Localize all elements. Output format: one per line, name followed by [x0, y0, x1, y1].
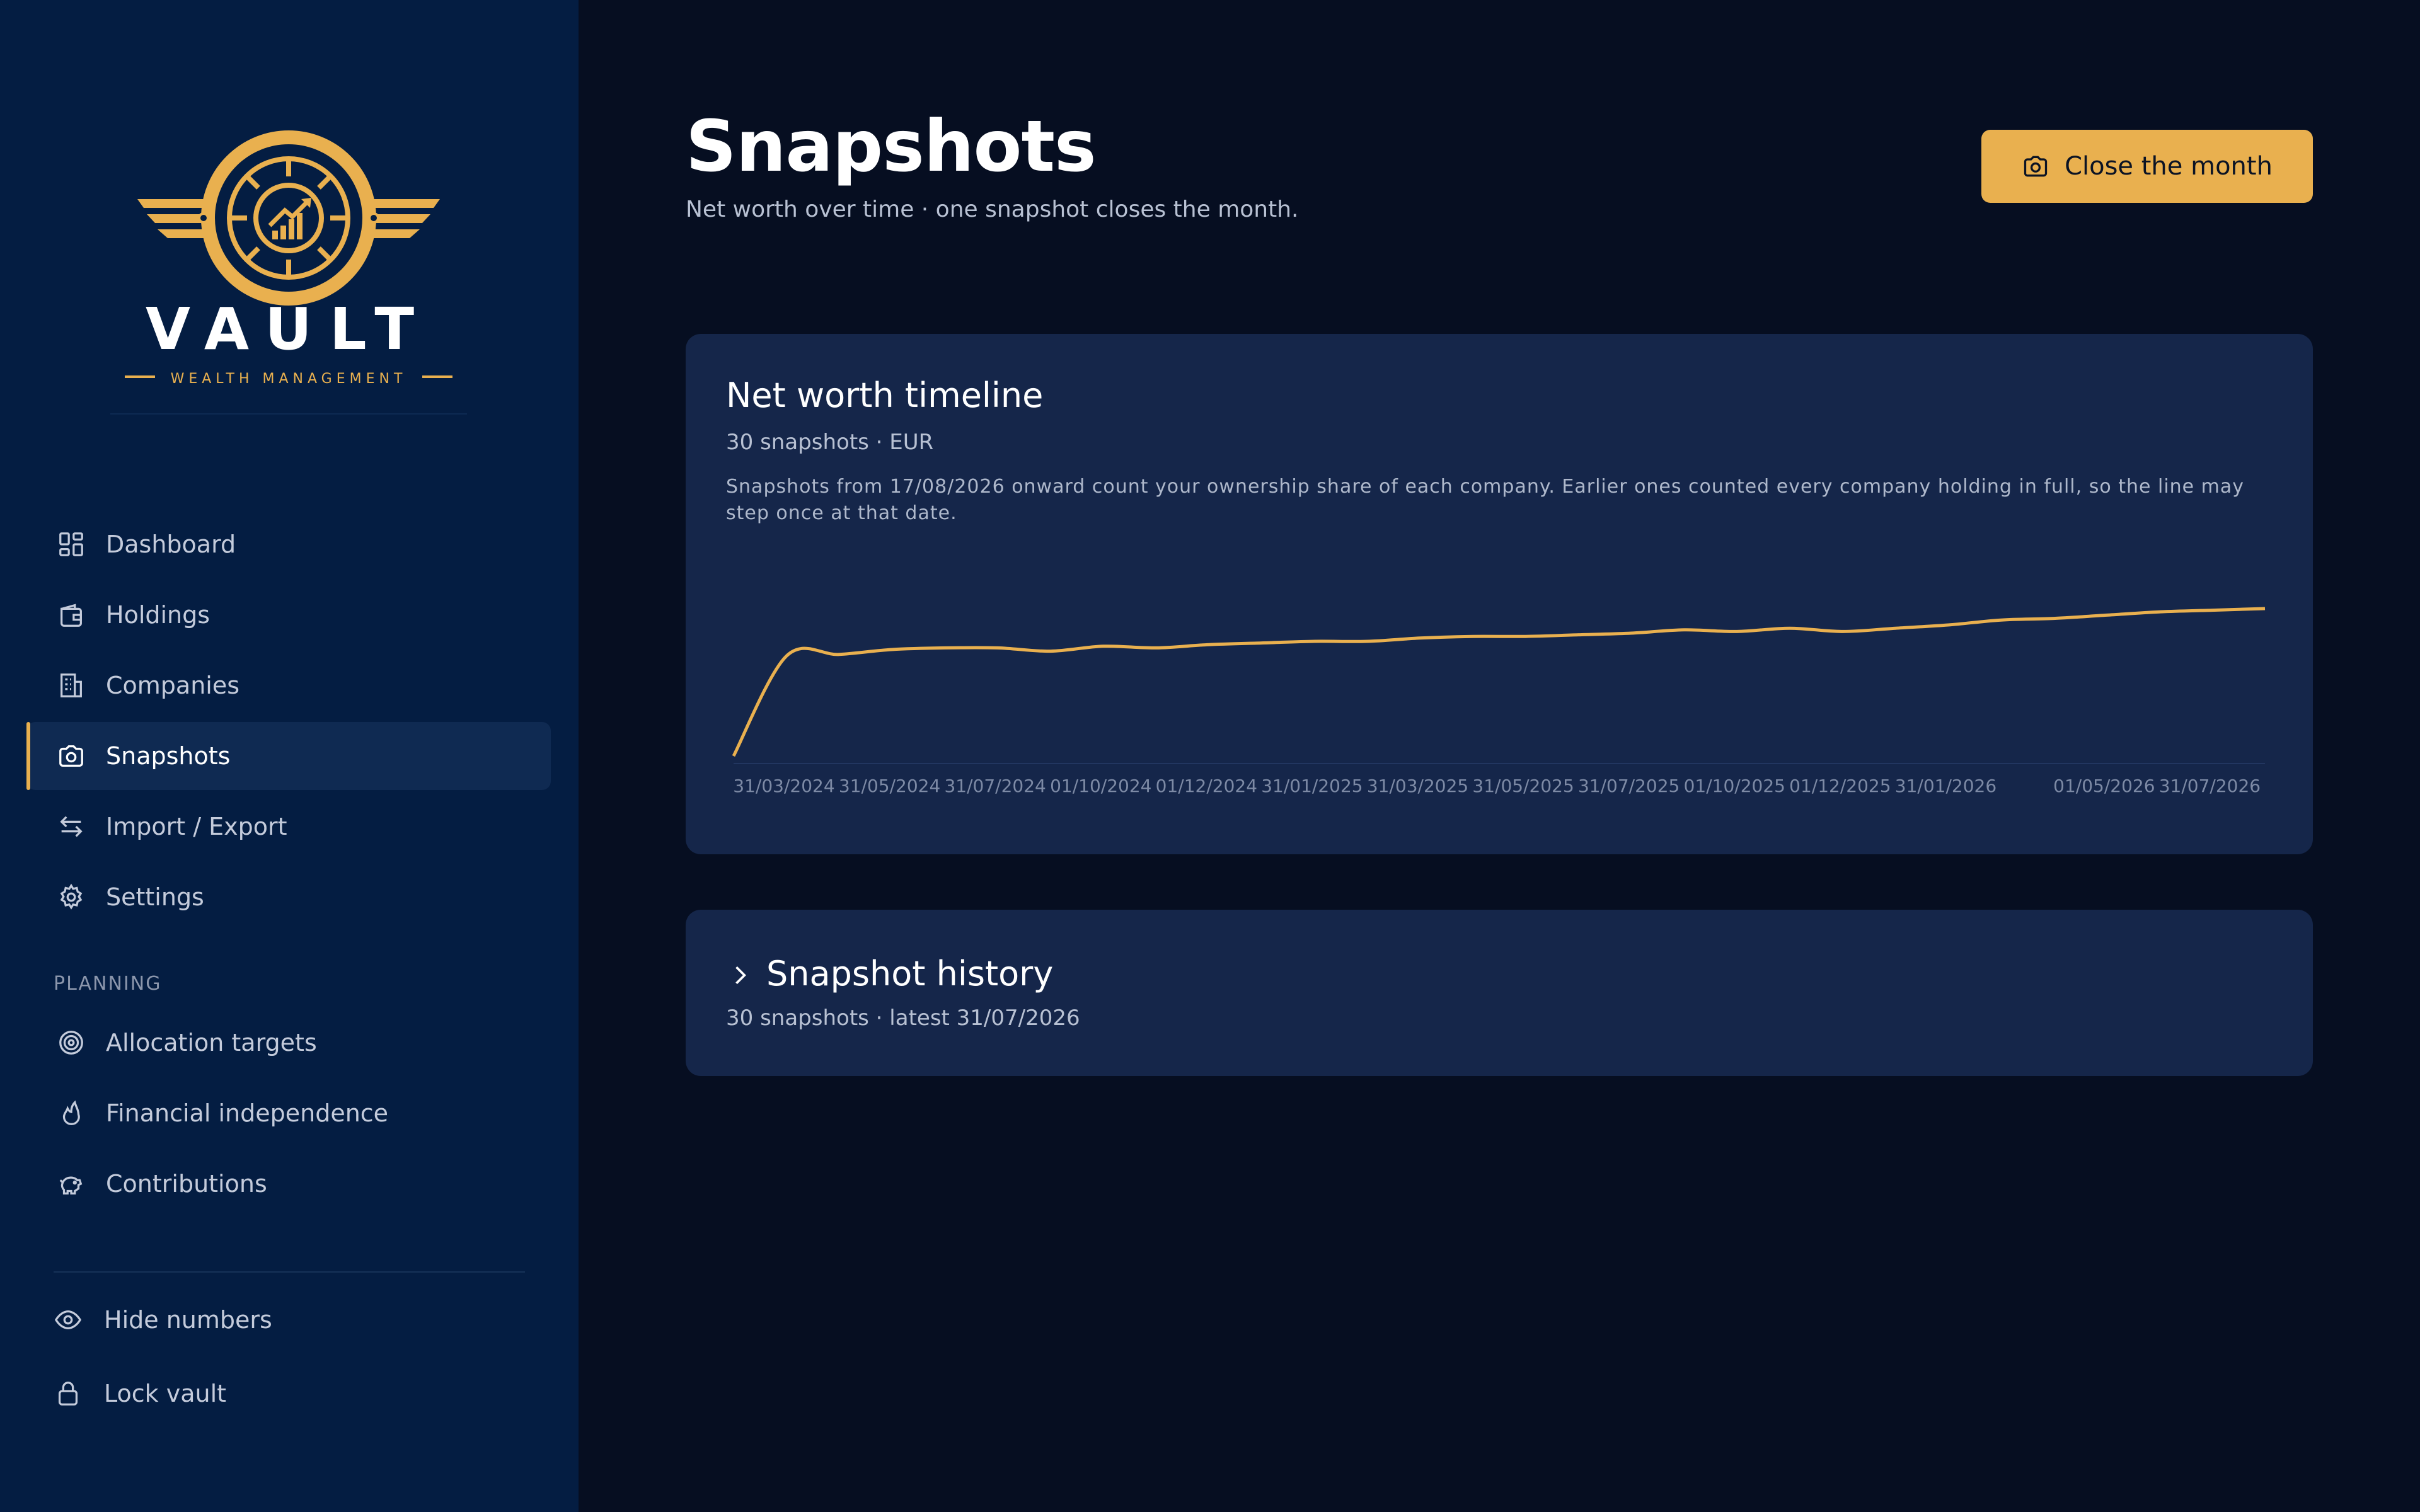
- planning-section-label: PLANNING: [54, 973, 162, 995]
- sidebar-item-snapshots[interactable]: Snapshots: [26, 722, 551, 790]
- x-tick-label: 31/05/2025: [1472, 776, 1574, 796]
- x-tick-label: 01/12/2025: [1789, 776, 1891, 796]
- lock-vault-button[interactable]: Lock vault: [54, 1372, 226, 1416]
- history-title: Snapshot history: [766, 954, 1054, 994]
- history-meta: 30 snapshots · latest 31/07/2026: [726, 1005, 1080, 1031]
- x-tick-label: 01/10/2024: [1050, 776, 1151, 796]
- net-worth-line: [732, 607, 2266, 757]
- piggy-bank-icon: [57, 1169, 86, 1198]
- sidebar-item-label: Snapshots: [106, 742, 231, 770]
- x-tick-label: 31/03/2024: [733, 776, 834, 796]
- x-tick-label: 31/05/2024: [839, 776, 940, 796]
- flame-icon: [57, 1099, 86, 1128]
- x-tick-label: 01/12/2024: [1156, 776, 1257, 796]
- camera-icon: [2022, 152, 2049, 180]
- building-icon: [57, 671, 86, 700]
- sidebar-item-holdings[interactable]: Holdings: [26, 581, 551, 649]
- sidebar-item-label: Settings: [106, 883, 204, 911]
- hide-numbers-label: Hide numbers: [104, 1306, 272, 1334]
- sidebar-divider: [54, 1271, 525, 1273]
- sidebar-item-label: Contributions: [106, 1170, 267, 1198]
- chevron-right-icon[interactable]: [726, 961, 754, 989]
- sidebar-item-label: Financial independence: [106, 1099, 389, 1127]
- sidebar-item-import-export[interactable]: Import / Export: [26, 793, 551, 861]
- x-tick-label: 31/07/2025: [1578, 776, 1680, 796]
- sidebar-item-label: Holdings: [106, 601, 210, 629]
- wallet-icon: [57, 600, 86, 629]
- sidebar-item-label: Allocation targets: [106, 1029, 317, 1057]
- dashboard-icon: [57, 530, 86, 559]
- lock-icon: [54, 1379, 83, 1408]
- sidebar-item-settings[interactable]: Settings: [26, 863, 551, 931]
- swap-arrows-icon: [57, 812, 86, 841]
- x-tick-label: 31/03/2025: [1367, 776, 1468, 796]
- camera-icon: [57, 742, 86, 770]
- sidebar: VAULT WEALTH MANAGEMENT Dashboard Holdin…: [0, 0, 579, 1512]
- vault-logo: VAULT WEALTH MANAGEMENT: [118, 125, 459, 389]
- x-tick-label: 01/05/2026: [2053, 776, 2155, 796]
- target-icon: [57, 1028, 86, 1057]
- snapshot-history-card[interactable]: Snapshot history 30 snapshots · latest 3…: [686, 910, 2313, 1076]
- x-tick-label: 31/07/2024: [944, 776, 1046, 796]
- sidebar-item-companies[interactable]: Companies: [26, 651, 551, 719]
- x-tick-label: 31/07/2026: [2159, 776, 2261, 796]
- brand-name: VAULT: [146, 295, 432, 363]
- net-worth-timeline-card: Net worth timeline 30 snapshots · EUR Sn…: [686, 334, 2313, 854]
- sidebar-item-allocation-targets[interactable]: Allocation targets: [26, 1009, 551, 1077]
- lock-vault-label: Lock vault: [104, 1380, 227, 1407]
- x-tick-label: 31/01/2026: [1895, 776, 1997, 796]
- close-month-label: Close the month: [2065, 152, 2273, 181]
- page-subtitle: Net worth over time · one snapshot close…: [686, 197, 1299, 222]
- net-worth-chart: 31/03/2024 31/05/2024 31/07/2024 01/10/2024…: [732, 607, 2266, 796]
- sidebar-item-dashboard[interactable]: Dashboard: [26, 510, 551, 578]
- hide-numbers-button[interactable]: Hide numbers: [54, 1298, 272, 1342]
- logo-divider: [110, 413, 467, 415]
- sidebar-item-contributions[interactable]: Contributions: [26, 1150, 551, 1218]
- sidebar-item-label: Dashboard: [106, 530, 236, 558]
- page-title: Snapshots: [686, 106, 1097, 188]
- sidebar-item-label: Companies: [106, 672, 240, 699]
- x-tick-label: 01/10/2025: [1684, 776, 1785, 796]
- sidebar-item-label: Import / Export: [106, 813, 287, 840]
- sidebar-item-financial-independence[interactable]: Financial independence: [26, 1079, 551, 1147]
- x-tick-label: 31/01/2025: [1261, 776, 1363, 796]
- brand-tagline: WEALTH MANAGEMENT: [171, 371, 407, 387]
- vault-logo-emblem: VAULT WEALTH MANAGEMENT: [125, 130, 452, 387]
- gear-icon: [57, 883, 86, 912]
- eye-icon: [54, 1305, 83, 1334]
- close-month-button[interactable]: Close the month: [1981, 130, 2313, 203]
